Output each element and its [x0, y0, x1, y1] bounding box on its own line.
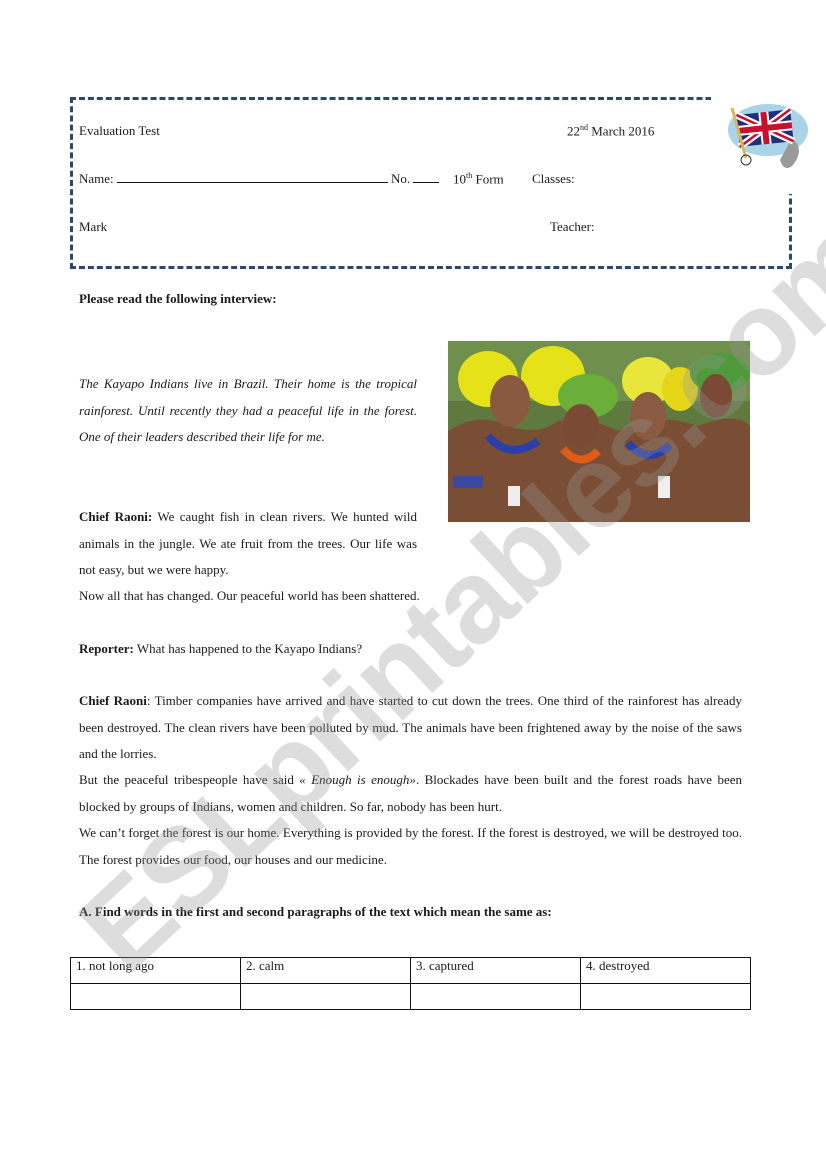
table-cell-prompt: 1. not long ago — [70, 957, 241, 984]
question-text: What has happened to the Kayapo Indians? — [133, 641, 363, 656]
form-number: 10 — [453, 171, 466, 187]
test-date: 22nd March 2016 — [567, 123, 654, 139]
table-cell-prompt: 3. captured — [410, 957, 581, 984]
intro-paragraph: The Kayapo Indians live in Brazil. Their… — [79, 376, 417, 444]
interview-answer-2-forest-home: We can’t forget the forest is our home. … — [79, 825, 742, 867]
reading-instruction: Please read the following interview: — [79, 291, 277, 306]
name-blank[interactable] — [116, 172, 388, 183]
date-day: 22 — [567, 123, 580, 139]
exercise-a-table: 1. not long ago 2. calm 3. captured 4. d… — [70, 957, 751, 1010]
exercise-a-question: A. Find words in the first and second pa… — [79, 904, 552, 919]
number-blank[interactable] — [413, 172, 440, 183]
date-month-year: March 2016 — [588, 123, 655, 139]
interview-answer-1-continued: Now all that has changed. Our peaceful w… — [79, 588, 420, 603]
interview-answer-1: Chief Raoni: We caught fish in clean riv… — [79, 504, 417, 584]
test-title: Evaluation Test — [79, 123, 160, 138]
teacher-label: Teacher: — [550, 219, 595, 234]
answer-cell[interactable] — [580, 983, 751, 1010]
interview-answer-2: Chief Raoni: Timber companies have arriv… — [79, 688, 742, 768]
union-jack-flag-icon — [728, 104, 808, 168]
answer-cell[interactable] — [410, 983, 581, 1010]
answer-text: : Timber companies have arrived and have… — [79, 693, 742, 761]
answer-cell[interactable] — [70, 983, 241, 1010]
table-row — [70, 983, 751, 1010]
table-row: 1. not long ago 2. calm 3. captured 4. d… — [70, 957, 751, 984]
speaker-label: Chief Raoni — [79, 693, 147, 708]
table-cell-prompt: 4. destroyed — [580, 957, 751, 984]
reporter-question: Reporter: What has happened to the Kayap… — [79, 636, 479, 663]
interview-answer-2-blockades: But the peaceful tribespeople have said … — [79, 767, 742, 820]
form-level: 10th Form — [453, 171, 504, 187]
speaker-label: Chief Raoni: — [79, 509, 153, 524]
classes-label: Classes: — [532, 171, 575, 186]
mark-label: Mark — [79, 219, 108, 234]
speaker-label: Reporter: — [79, 641, 134, 656]
name-field[interactable]: Name: — [79, 171, 388, 187]
number-field[interactable]: No. — [391, 171, 440, 187]
answer-text: But the peaceful tribespeople have said — [79, 772, 300, 787]
kayapo-chiefs-photo — [448, 341, 750, 522]
name-label: Name: — [79, 171, 114, 186]
photo-illustration — [448, 341, 750, 522]
table-cell-prompt: 2. calm — [240, 957, 411, 984]
form-label: Form — [472, 171, 504, 187]
number-label: No. — [391, 171, 411, 186]
quote-text: « Enough is enough» — [299, 772, 416, 787]
date-suffix: nd — [580, 123, 588, 132]
answer-cell[interactable] — [240, 983, 411, 1010]
